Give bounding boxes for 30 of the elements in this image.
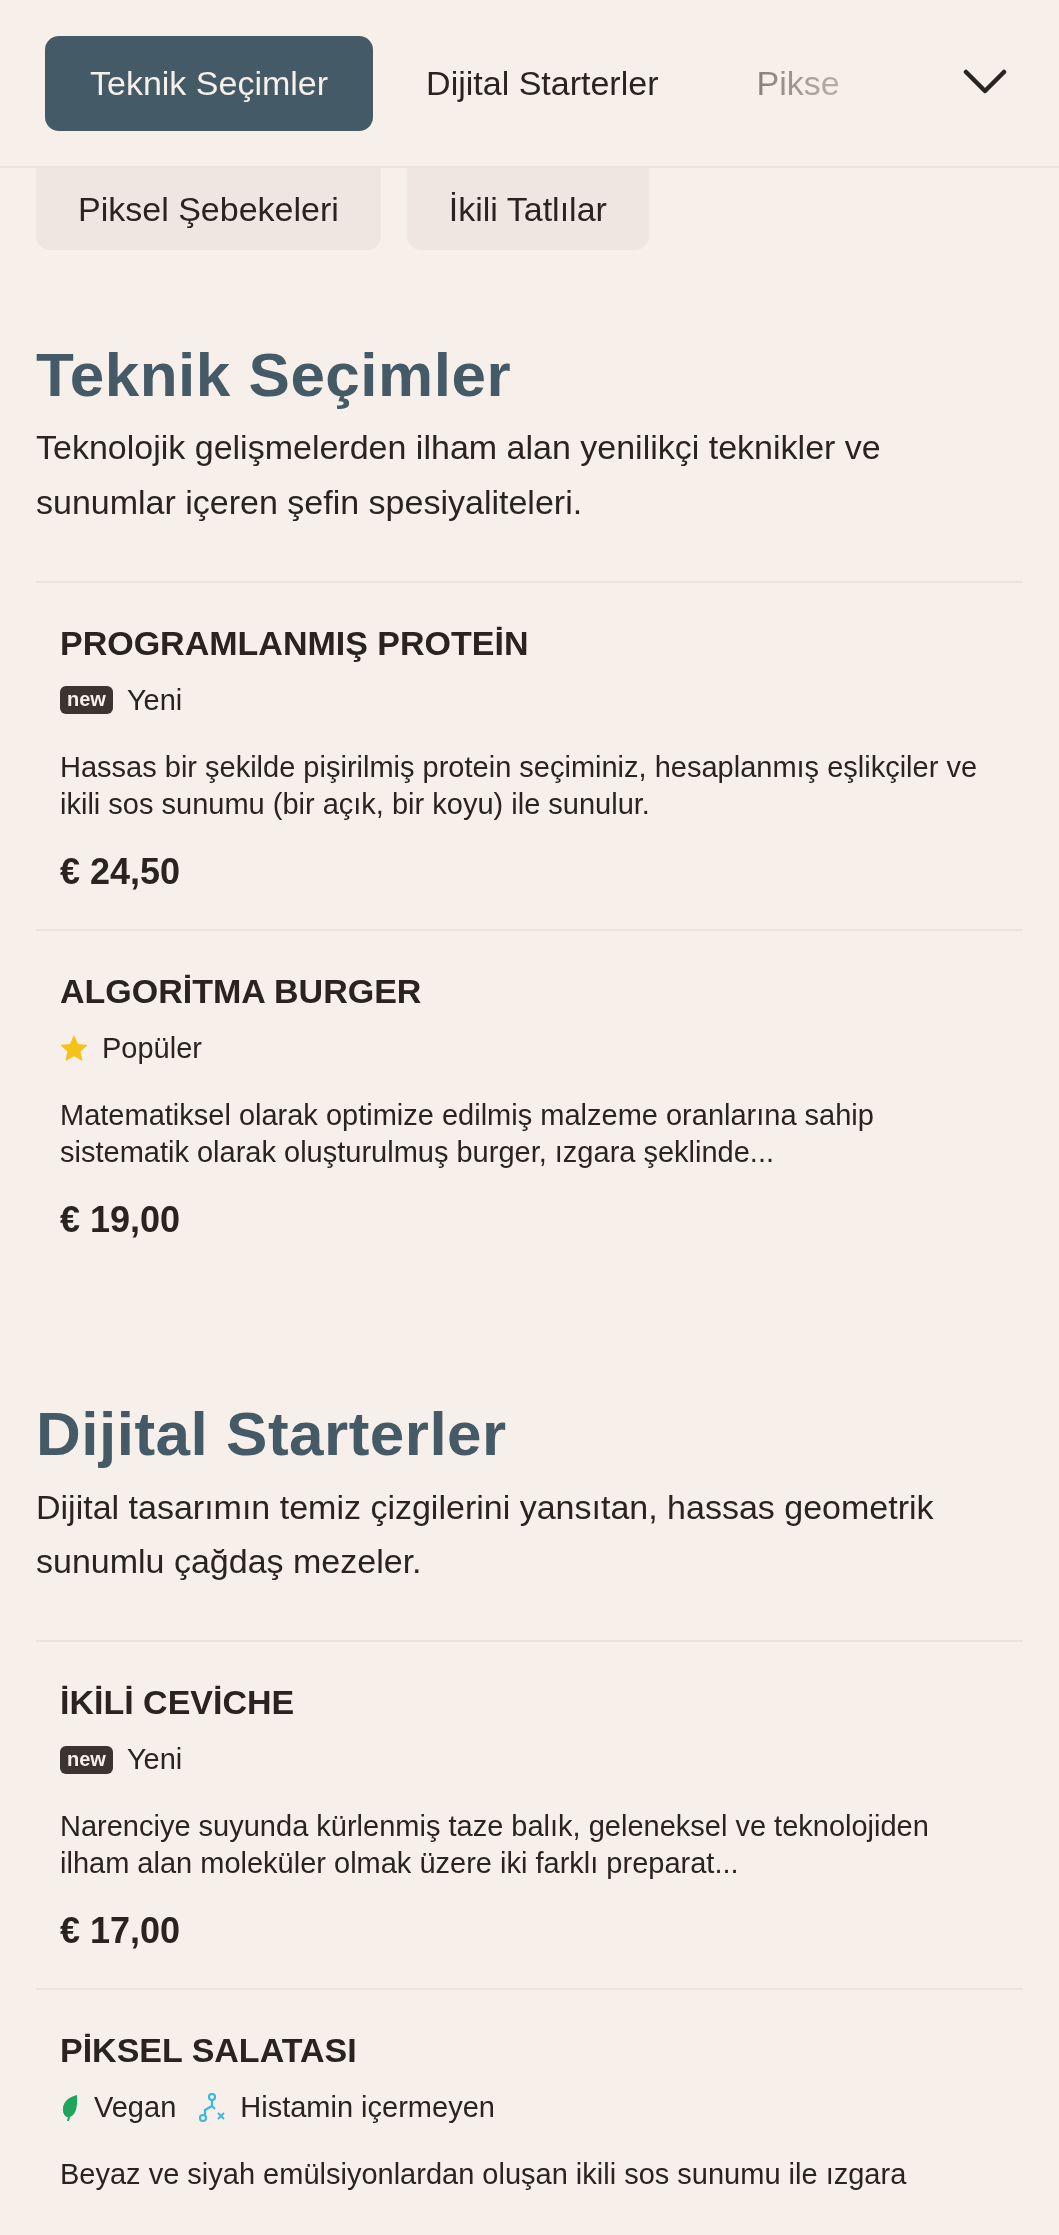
chevron-down-icon[interactable] (963, 68, 1007, 96)
dish-tag-label: Histamin içermeyen (240, 2091, 495, 2125)
new-badge: new (60, 1745, 113, 1774)
new-badge: new (60, 686, 113, 715)
section-description: Teknolojik gelişmelerden ilham alan yenilikçi teknikler ve sunumlar içeren şefin spesiyaliteleri. (36, 427, 882, 523)
dish-tag-label: Yeni (126, 1743, 183, 1777)
section-description: Dijital tasarımın temiz çizgilerini yansıtan, hassas geometrik sunumlu çağdaş mezeler. (36, 1486, 935, 1582)
leaf-icon (60, 2093, 80, 2122)
category-chip[interactable]: Piksel Şebekeleri (36, 168, 381, 250)
dish-price: € 17,00 (60, 1910, 182, 1953)
dish-price: € 24,50 (60, 851, 182, 894)
dish-name: İKİLİ CEVİCHE (60, 1682, 296, 1724)
dish-description: Hassas bir şekilde pişirilmiş protein seçiminiz, hesaplanmış eşlikçiler ve ikili sos sunumu (bir açık, bir koyu) ile sunulur. (60, 749, 979, 823)
dish-price: € 19,00 (60, 1199, 182, 1242)
dish-description: Matematiksel olarak optimize edilmiş malzeme oranlarına sahip sistematik olarak oluşturulmuş burger, ızgara şeklinde... (60, 1098, 875, 1171)
category-tab[interactable]: Dijital Starterler (381, 35, 704, 131)
dish-description: Beyaz ve siyah emülsiyonlardan oluşan ikili sos sunumu ile ızgara (60, 2157, 908, 2193)
molecule-icon (198, 2092, 227, 2123)
dish-tag-label: Vegan (94, 2091, 177, 2125)
dish-name: PROGRAMLANMIŞ PROTEİN (60, 623, 530, 664)
category-chip[interactable]: İkili Tatlılar (406, 168, 649, 250)
dish-description: Narenciye suyunda kürlenmiş taze balık, geleneksel ve teknolojiden ilham alan moleküler olmak üzere iki farklı preparat... (60, 1809, 930, 1882)
section-title: Dijital Starterler (36, 1398, 508, 1471)
dish-tag-label: Yeni (126, 683, 183, 717)
star-icon (60, 1035, 88, 1062)
dish-name: ALGORİTMA BURGER (60, 971, 423, 1012)
dish-tag-label: Popüler (102, 1032, 202, 1065)
category-tab[interactable]: Teknik Seçimler (45, 35, 374, 131)
dish-name: PİKSEL SALATASI (60, 2030, 358, 2072)
section-title: Teknik Seçimler (36, 339, 513, 411)
